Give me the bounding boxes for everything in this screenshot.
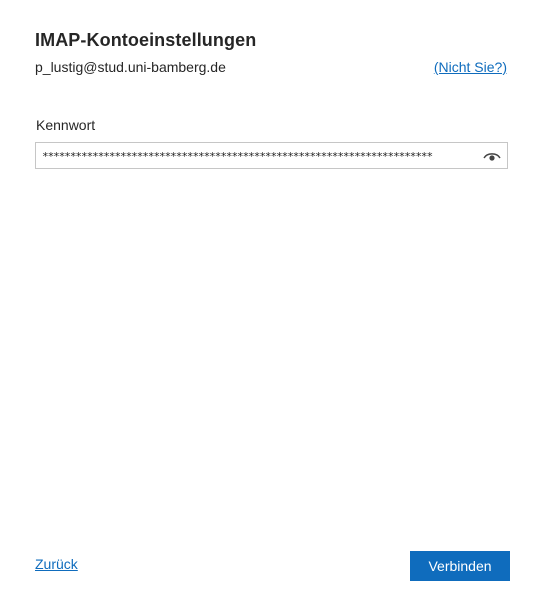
account-row: p_lustig@stud.uni-bamberg.de (Nicht Sie?… [35, 59, 507, 79]
password-label: Kennwort [36, 117, 96, 133]
account-email: p_lustig@stud.uni-bamberg.de [35, 59, 226, 75]
back-link[interactable]: Zurück [35, 556, 78, 572]
eye-icon[interactable] [482, 149, 502, 163]
connect-button[interactable]: Verbinden [410, 551, 510, 581]
password-input[interactable] [42, 146, 472, 166]
password-field[interactable] [35, 142, 508, 169]
dialog-title: IMAP-Kontoeinstellungen [35, 30, 257, 50]
not-you-link[interactable]: (Nicht Sie?) [434, 59, 507, 75]
